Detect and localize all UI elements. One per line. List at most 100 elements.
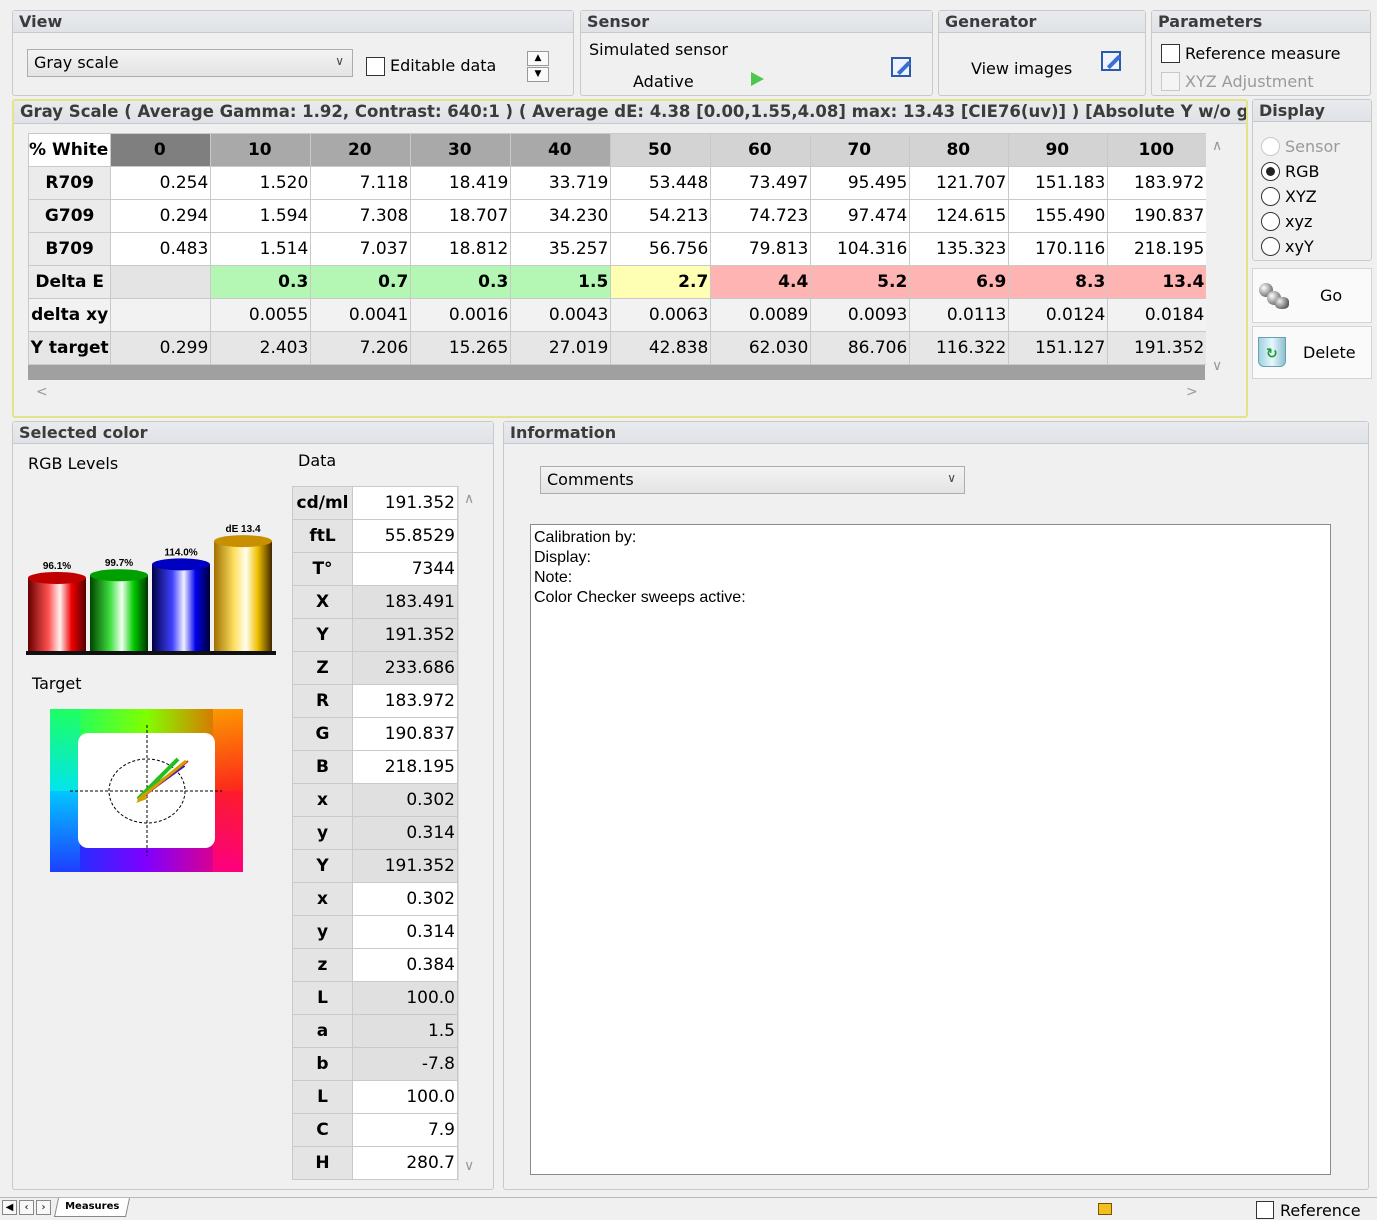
information-dropdown[interactable]: Comments ∨ xyxy=(540,466,965,494)
header-col-80[interactable]: 80 xyxy=(909,133,1010,167)
tab-measures[interactable]: Measures xyxy=(53,1198,131,1217)
table-cell[interactable]: 6.9 xyxy=(909,265,1010,299)
table-cell[interactable]: 0.0043 xyxy=(510,298,612,332)
generator-config-icon[interactable] xyxy=(1101,51,1122,71)
table-cell[interactable]: 151.183 xyxy=(1008,166,1109,200)
header-col-50[interactable]: 50 xyxy=(610,133,712,167)
play-icon[interactable] xyxy=(751,72,764,86)
header-col-10[interactable]: 10 xyxy=(210,133,312,167)
header-col-90[interactable]: 90 xyxy=(1008,133,1109,167)
table-cell[interactable]: 8.3 xyxy=(1008,265,1109,299)
table-cell[interactable]: 73.497 xyxy=(710,166,812,200)
table-cell[interactable]: 42.838 xyxy=(610,331,712,365)
scroll-left-icon[interactable]: < xyxy=(36,384,48,400)
view-images-button[interactable]: View images xyxy=(971,59,1072,78)
table-cell[interactable]: 13.4 xyxy=(1107,265,1208,299)
table-cell[interactable]: 0.483 xyxy=(110,232,212,266)
scroll-up-icon[interactable]: ∧ xyxy=(1212,138,1222,154)
table-cell[interactable]: 0.0016 xyxy=(410,298,512,332)
table-cell[interactable]: 190.837 xyxy=(1107,199,1208,233)
table-cell[interactable]: 4.4 xyxy=(710,265,812,299)
table-cell[interactable]: 27.019 xyxy=(510,331,612,365)
table-cell[interactable]: 95.495 xyxy=(810,166,911,200)
scroll-right-icon[interactable]: > xyxy=(1186,384,1198,400)
table-cell[interactable]: 121.707 xyxy=(909,166,1010,200)
table-cell[interactable]: 5.2 xyxy=(810,265,911,299)
table-cell[interactable]: 54.213 xyxy=(610,199,712,233)
next-sheet-icon[interactable]: › xyxy=(36,1200,51,1215)
table-cell[interactable]: 0.0055 xyxy=(210,298,312,332)
table-cell[interactable]: 0.0093 xyxy=(810,298,911,332)
header-col-70[interactable]: 70 xyxy=(810,133,911,167)
table-cell[interactable]: 35.257 xyxy=(510,232,612,266)
comments-textarea[interactable]: Calibration by: Display: Note: Color Che… xyxy=(530,524,1331,1175)
table-cell[interactable]: 2.7 xyxy=(610,265,712,299)
header-col-100[interactable]: 100 xyxy=(1107,133,1208,167)
view-mode-dropdown[interactable]: Gray scale ∨ xyxy=(27,49,353,77)
table-cell[interactable]: 0.299 xyxy=(110,331,212,365)
table-cell[interactable]: 218.195 xyxy=(1107,232,1208,266)
data-scroll-down-icon[interactable]: ∨ xyxy=(464,1158,474,1174)
display-radio-sensor[interactable] xyxy=(1261,137,1280,156)
table-cell[interactable]: 155.490 xyxy=(1008,199,1109,233)
table-cell[interactable]: 18.707 xyxy=(410,199,512,233)
table-cell[interactable]: 34.230 xyxy=(510,199,612,233)
table-cell[interactable]: 191.352 xyxy=(1107,331,1208,365)
sensor-config-icon[interactable] xyxy=(891,57,912,77)
scroll-down-icon[interactable]: ∨ xyxy=(1212,358,1222,374)
data-table-scrollbar[interactable] xyxy=(458,486,483,1181)
table-cell[interactable] xyxy=(110,265,212,299)
spin-up-button[interactable]: ▲ xyxy=(527,51,549,66)
data-scroll-up-icon[interactable]: ∧ xyxy=(464,491,474,507)
table-cell[interactable]: 183.972 xyxy=(1107,166,1208,200)
table-cell[interactable]: 0.0041 xyxy=(310,298,412,332)
table-cell[interactable]: 0.3 xyxy=(410,265,512,299)
table-cell[interactable]: 86.706 xyxy=(810,331,911,365)
header-col-60[interactable]: 60 xyxy=(710,133,812,167)
display-radio-rgb[interactable] xyxy=(1261,162,1280,181)
display-radio-xyz-lower[interactable] xyxy=(1261,212,1280,231)
table-cell[interactable]: 15.265 xyxy=(410,331,512,365)
table-cell[interactable]: 97.474 xyxy=(810,199,911,233)
header-col-20[interactable]: 20 xyxy=(310,133,412,167)
first-sheet-icon[interactable]: ◀ xyxy=(2,1200,17,1215)
header-col-0[interactable]: 0 xyxy=(110,133,212,167)
editable-data-checkbox[interactable] xyxy=(366,57,385,76)
reference-measure-checkbox[interactable] xyxy=(1161,44,1180,63)
vertical-scrollbar[interactable] xyxy=(1206,133,1231,380)
go-button[interactable]: Go xyxy=(1252,268,1372,323)
table-cell[interactable]: 56.756 xyxy=(610,232,712,266)
table-cell[interactable]: 0.0184 xyxy=(1107,298,1208,332)
table-cell[interactable]: 124.615 xyxy=(909,199,1010,233)
table-cell[interactable]: 18.419 xyxy=(410,166,512,200)
table-cell[interactable]: 7.206 xyxy=(310,331,412,365)
spin-down-button[interactable]: ▼ xyxy=(527,67,549,82)
table-cell[interactable]: 79.813 xyxy=(710,232,812,266)
table-cell[interactable]: 2.403 xyxy=(210,331,312,365)
table-cell[interactable]: 18.812 xyxy=(410,232,512,266)
table-cell[interactable]: 62.030 xyxy=(710,331,812,365)
table-cell[interactable]: 0.0063 xyxy=(610,298,712,332)
table-cell[interactable]: 7.118 xyxy=(310,166,412,200)
table-cell[interactable]: 0.3 xyxy=(210,265,312,299)
table-cell[interactable]: 33.719 xyxy=(510,166,612,200)
table-cell[interactable]: 74.723 xyxy=(710,199,812,233)
table-cell[interactable]: 0.0113 xyxy=(909,298,1010,332)
table-cell[interactable]: 0.0089 xyxy=(710,298,812,332)
table-cell[interactable]: 0.294 xyxy=(110,199,212,233)
xyz-adjustment-checkbox[interactable] xyxy=(1161,72,1180,91)
horizontal-scrollbar[interactable] xyxy=(28,380,1205,408)
table-cell[interactable]: 1.514 xyxy=(210,232,312,266)
header-col-30[interactable]: 30 xyxy=(410,133,512,167)
table-cell[interactable]: 53.448 xyxy=(610,166,712,200)
table-cell[interactable]: 1.5 xyxy=(510,265,612,299)
table-cell[interactable]: 1.594 xyxy=(210,199,312,233)
table-cell[interactable]: 7.037 xyxy=(310,232,412,266)
table-cell[interactable] xyxy=(110,298,212,332)
header-col-40[interactable]: 40 xyxy=(510,133,612,167)
table-cell[interactable]: 7.308 xyxy=(310,199,412,233)
display-radio-xyy[interactable] xyxy=(1261,237,1280,256)
table-cell[interactable]: 116.322 xyxy=(909,331,1010,365)
delete-button[interactable]: ↻ Delete xyxy=(1252,326,1372,379)
table-cell[interactable]: 135.323 xyxy=(909,232,1010,266)
